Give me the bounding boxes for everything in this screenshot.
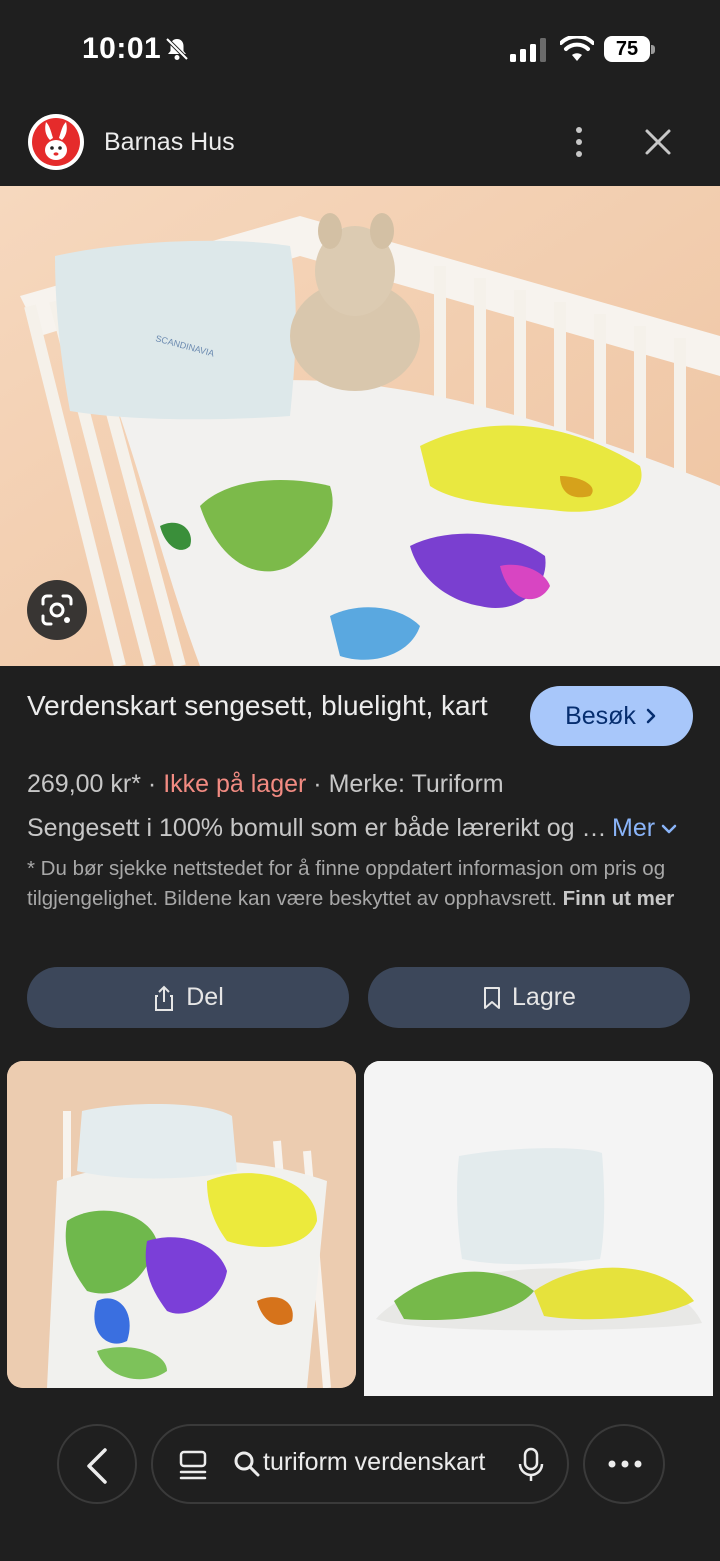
lens-search-button[interactable]	[27, 580, 87, 640]
bell-off-icon	[165, 37, 189, 61]
disclaimer: * Du bør sjekke nettstedet for å finne o…	[27, 854, 687, 914]
visit-button[interactable]: Besøk	[530, 686, 693, 746]
source-header: Barnas Hus	[0, 100, 720, 186]
product-meta: 269,00 kr* · Ikke på lager · Merke: Turi…	[27, 770, 504, 799]
overflow-menu-button[interactable]	[583, 1424, 665, 1504]
search-query[interactable]: turiform verdenskart	[263, 1448, 495, 1477]
status-time: 10:01	[82, 32, 162, 65]
price: 269,00 kr*	[27, 770, 141, 798]
chevron-left-icon	[87, 1448, 107, 1484]
bunny-logo-icon	[32, 118, 80, 166]
bookmark-icon	[484, 986, 501, 1009]
chevron-right-icon	[646, 708, 656, 724]
save-button[interactable]: Lagre	[368, 967, 690, 1028]
more-options-icon[interactable]	[566, 124, 592, 160]
share-label: Del	[186, 983, 224, 1011]
bottom-toolbar: turiform verdenskart	[0, 1398, 720, 1561]
more-toggle[interactable]: Mer	[612, 814, 677, 843]
related-image-bedding	[364, 1061, 713, 1396]
search-bar[interactable]: turiform verdenskart	[151, 1424, 569, 1504]
site-logo[interactable]	[28, 114, 84, 170]
site-name[interactable]: Barnas Hus	[104, 128, 235, 157]
visit-label: Besøk	[565, 701, 636, 730]
related-image[interactable]	[364, 1061, 713, 1396]
battery-level: 75	[604, 36, 650, 62]
stock-status: Ikke på lager	[163, 770, 307, 798]
cellular-signal-icon	[510, 38, 546, 62]
back-button[interactable]	[57, 1424, 137, 1504]
share-button[interactable]: Del	[27, 967, 349, 1028]
battery-icon: 75	[604, 36, 656, 62]
product-title: Verdenskart sengesett, bluelight, kart	[27, 690, 488, 721]
crib-bedding-illustration: SCANDINAVIA	[0, 186, 720, 666]
related-image-crib	[7, 1061, 356, 1388]
close-icon[interactable]	[640, 124, 676, 160]
tabs-icon[interactable]	[177, 1448, 209, 1482]
product-image[interactable]: SCANDINAVIA	[0, 186, 720, 666]
wifi-icon	[560, 36, 594, 61]
separator: ·	[147, 770, 157, 798]
status-bar: 10:01 75	[0, 0, 720, 100]
share-icon	[155, 985, 174, 1011]
learn-more-link[interactable]: Finn ut mer	[563, 887, 675, 910]
more-horizontal-icon	[608, 1460, 642, 1468]
separator: ·	[313, 770, 322, 798]
lens-icon	[41, 594, 73, 626]
microphone-icon[interactable]	[517, 1446, 545, 1484]
chevron-down-icon	[661, 824, 677, 833]
brand: Merke: Turiform	[328, 770, 504, 798]
battery-tip	[651, 45, 655, 54]
search-icon	[234, 1451, 260, 1477]
product-description: Sengesett i 100% bomull som er både lære…	[27, 814, 607, 842]
related-image[interactable]	[7, 1061, 356, 1388]
save-label: Lagre	[512, 983, 576, 1011]
more-label: Mer	[612, 814, 656, 842]
